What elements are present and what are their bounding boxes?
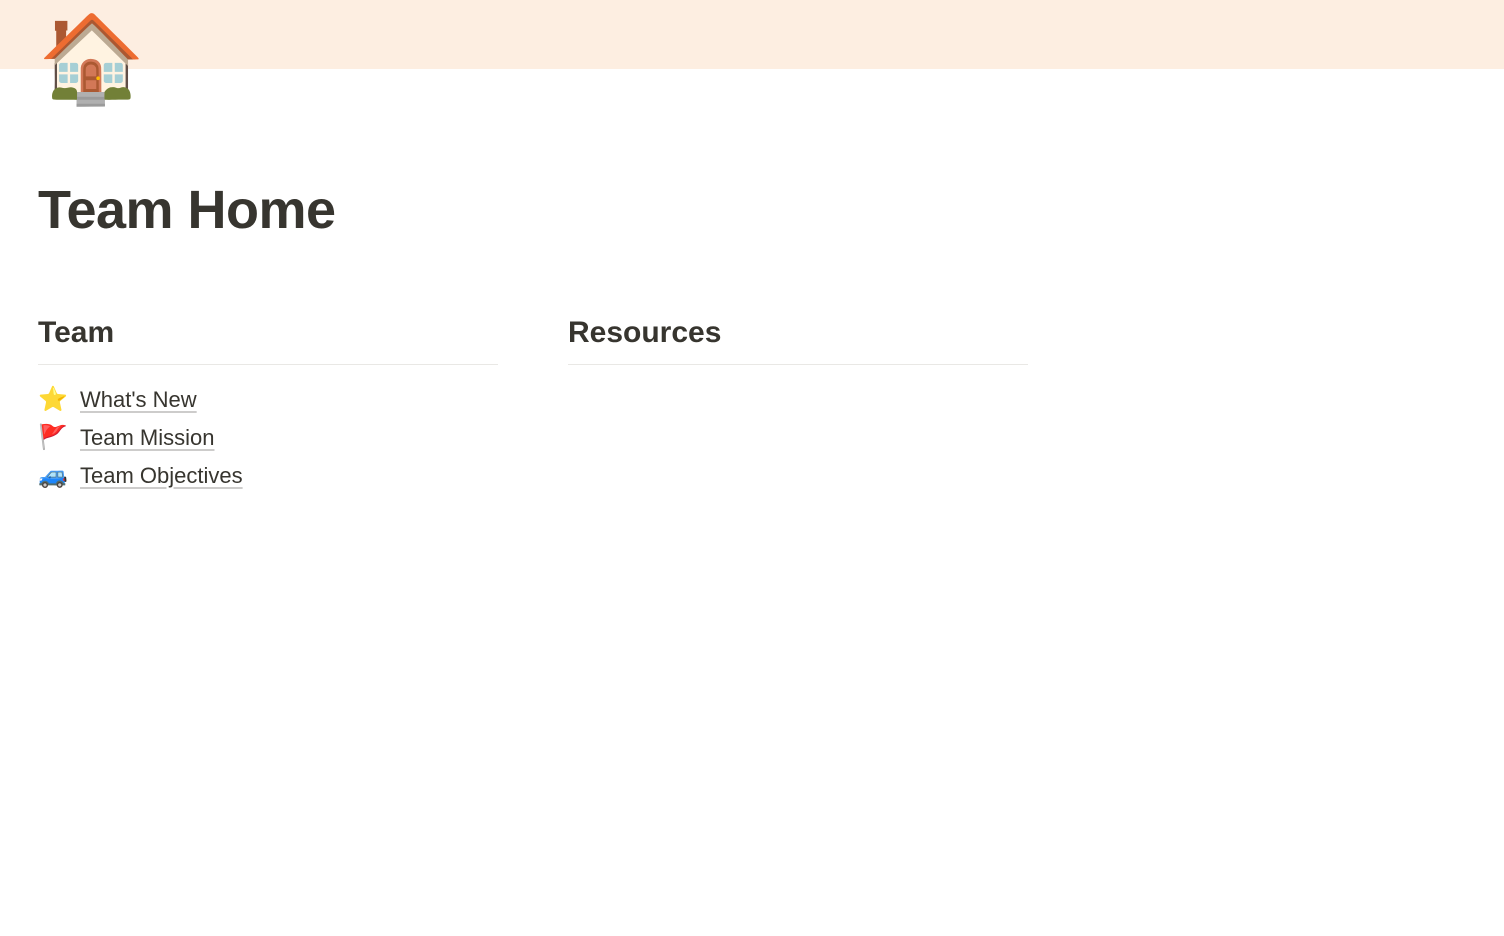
page-link-team-mission[interactable]: 🚩 Team Mission	[38, 419, 498, 457]
section-heading-team[interactable]: Team	[38, 316, 498, 365]
column-resources: Resources	[568, 316, 1028, 495]
flag-icon: 🚩	[38, 426, 68, 450]
car-icon: 🚙	[38, 464, 68, 488]
page-link-label: Team Mission	[80, 425, 214, 451]
page-link-label: What's New	[80, 387, 197, 413]
header-banner	[0, 0, 1504, 69]
section-heading-resources[interactable]: Resources	[568, 316, 1028, 365]
star-icon: ⭐	[38, 388, 68, 412]
columns: Team ⭐ What's New 🚩 Team Mission 🚙 Team …	[38, 316, 1466, 495]
page-link-whats-new[interactable]: ⭐ What's New	[38, 381, 498, 419]
page-link-label: Team Objectives	[80, 463, 243, 489]
page-icon[interactable]: 🏠	[38, 16, 145, 102]
page-content: Team Home Team ⭐ What's New 🚩 Team Missi…	[0, 179, 1504, 495]
page-title[interactable]: Team Home	[38, 179, 1466, 241]
column-team: Team ⭐ What's New 🚩 Team Mission 🚙 Team …	[38, 316, 498, 495]
page-link-team-objectives[interactable]: 🚙 Team Objectives	[38, 457, 498, 495]
